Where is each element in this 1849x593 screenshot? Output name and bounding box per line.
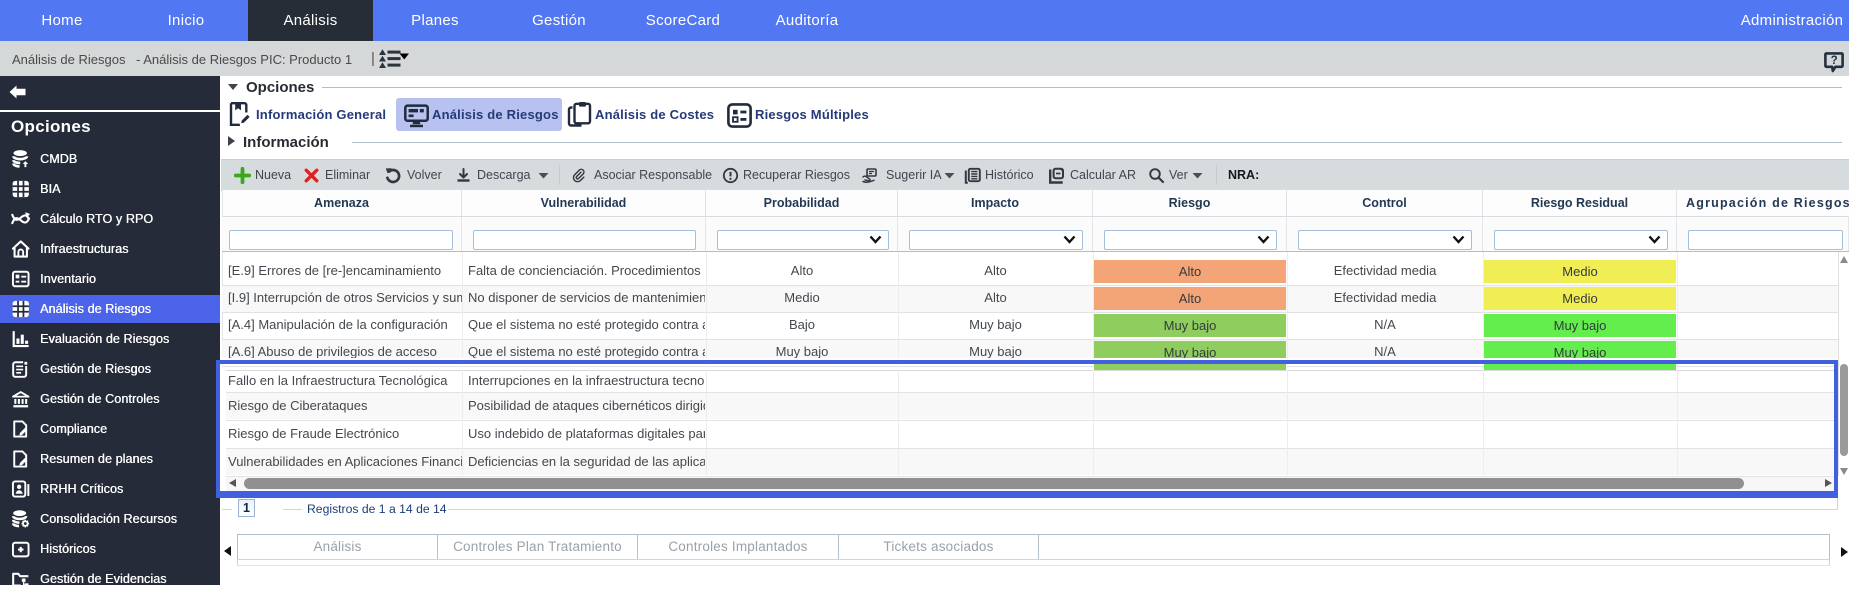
svg-text:?: ?	[1831, 55, 1838, 67]
